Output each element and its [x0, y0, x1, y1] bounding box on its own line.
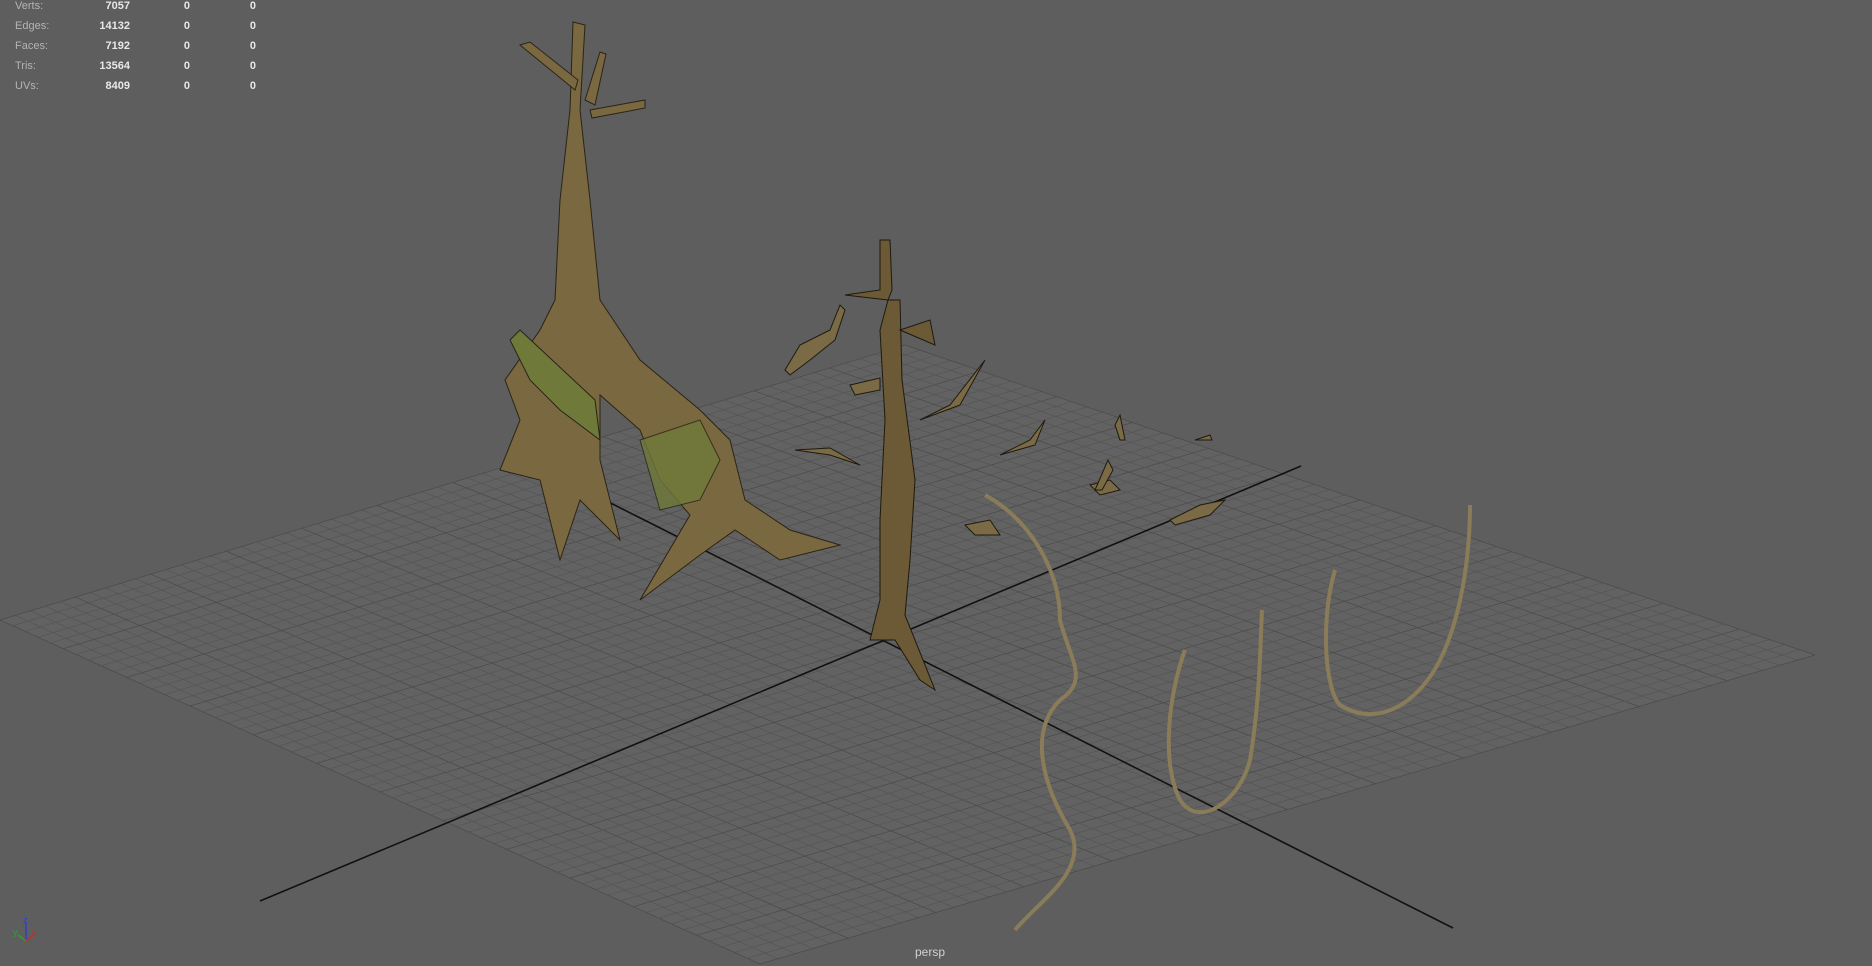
hud-row: UVs: 8409 0 0	[0, 80, 270, 94]
hud-value: 0	[249, 60, 256, 72]
hud-value: 0	[183, 0, 190, 12]
hud-label: UVs:	[15, 80, 39, 92]
hud-label: Tris:	[15, 60, 36, 72]
hud-label: Edges:	[15, 20, 50, 32]
hud-value: 0	[183, 60, 190, 72]
gizmo-z-label: z	[23, 915, 28, 925]
hud-value: 0	[183, 80, 190, 92]
hud-value: 8409	[105, 80, 130, 92]
hud-value: 0	[249, 0, 256, 12]
camera-name-label: persp	[915, 945, 946, 959]
hud-value: 0	[249, 80, 256, 92]
axis-gizmo-icon: z y x	[12, 915, 46, 949]
hud-value: 7192	[105, 40, 130, 52]
hud-row: Faces: 7192 0 0	[0, 40, 270, 54]
hud-value: 0	[183, 20, 190, 32]
hud-row: Verts: 7057 0 0	[0, 0, 270, 14]
hud-value: 13564	[99, 60, 130, 72]
gizmo-x-label: x	[32, 927, 37, 937]
gizmo-y-label: y	[13, 927, 18, 937]
hud-row: Tris: 13564 0 0	[0, 60, 270, 74]
hud-row: Edges: 14132 0 0	[0, 20, 270, 34]
hud-value: 0	[249, 40, 256, 52]
perspective-viewport[interactable]	[0, 0, 1872, 966]
hud-value: 7057	[105, 0, 130, 12]
hud-value: 0	[183, 40, 190, 52]
hud-label: Faces:	[15, 40, 49, 52]
hud-value: 14132	[99, 20, 130, 32]
hud-label: Verts:	[15, 0, 44, 12]
hud-value: 0	[249, 20, 256, 32]
